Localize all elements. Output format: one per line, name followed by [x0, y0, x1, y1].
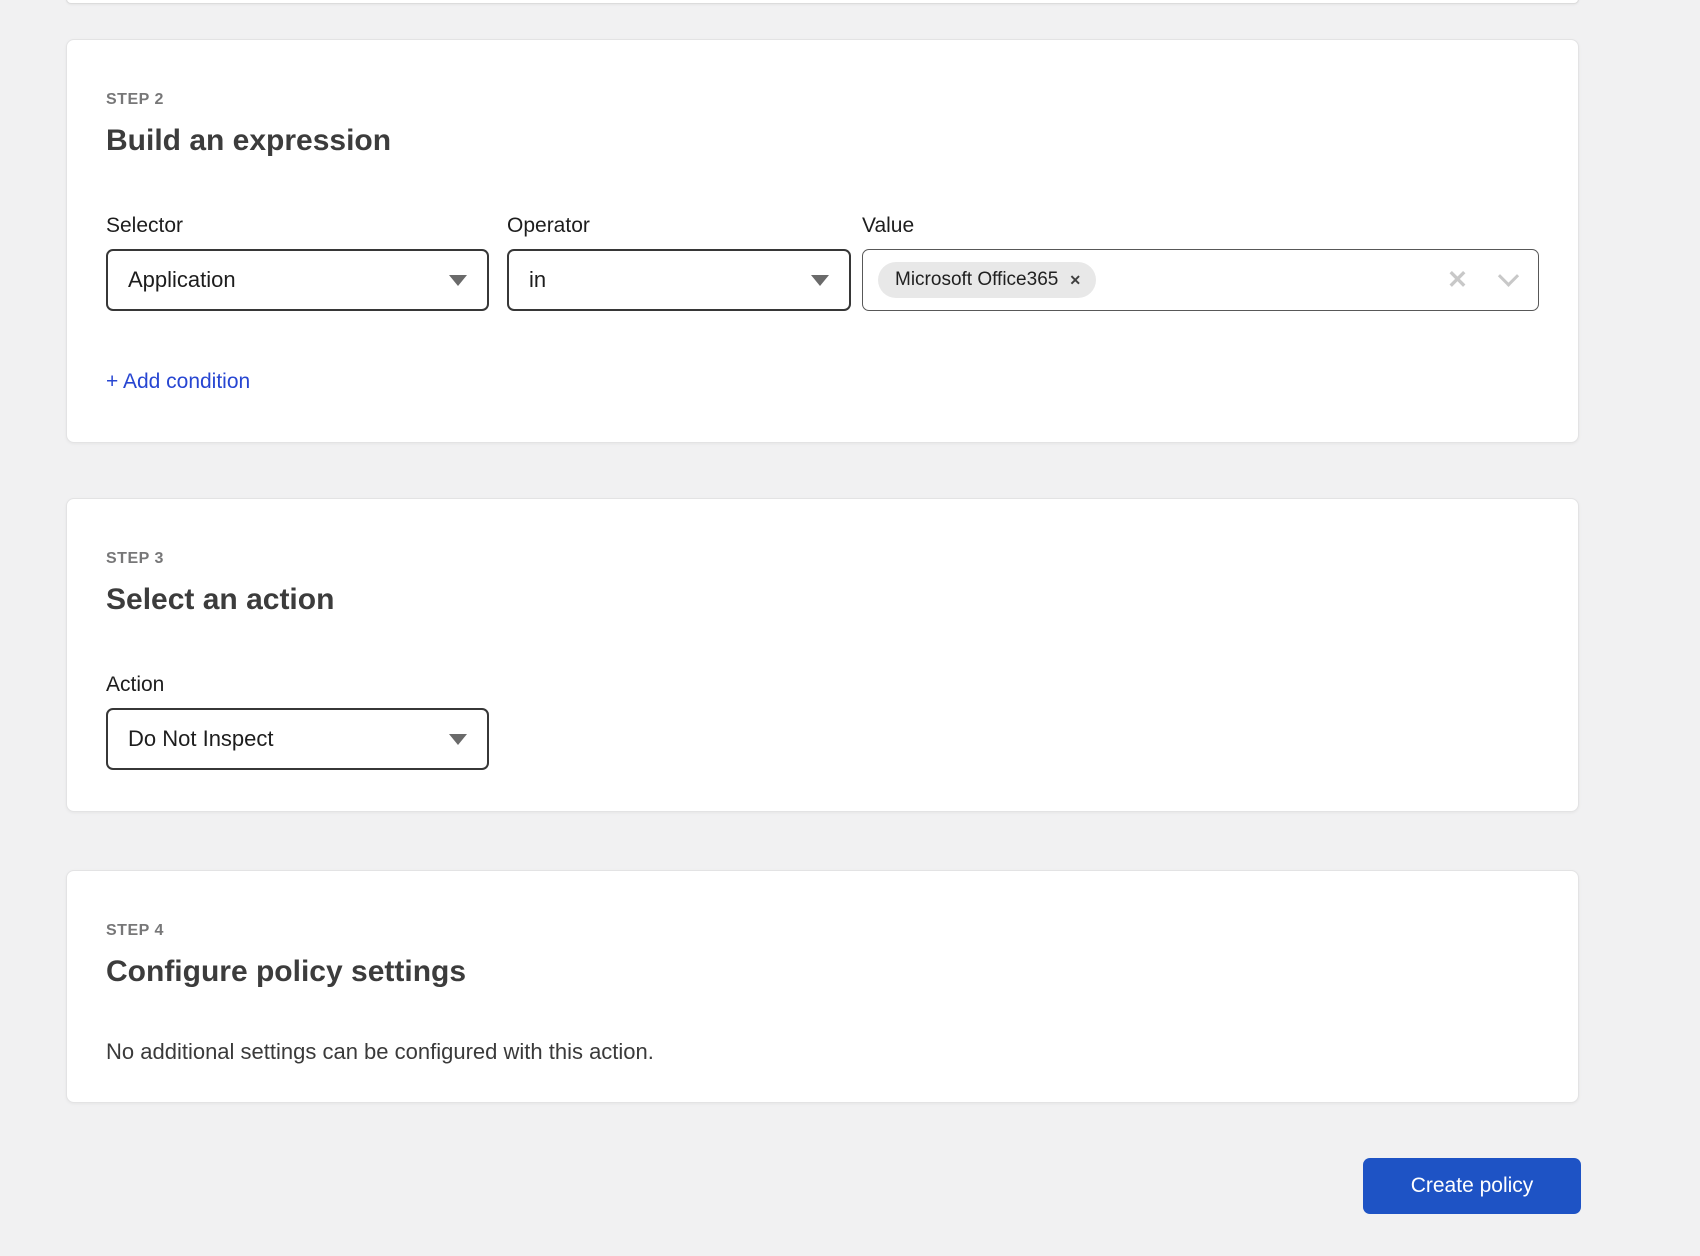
- operator-column: Operator in: [507, 213, 851, 311]
- selector-dropdown[interactable]: Application: [106, 249, 489, 311]
- step2-eyebrow: STEP 2: [106, 90, 1539, 109]
- step2-title: Build an expression: [106, 123, 1539, 159]
- value-label: Value: [862, 213, 1539, 239]
- value-multiselect[interactable]: Microsoft Office365 ✕ ✕: [862, 249, 1539, 311]
- operator-dropdown[interactable]: in: [507, 249, 851, 311]
- expression-fields-row: Selector Application Operator in Value M…: [106, 213, 1539, 311]
- remove-tag-icon[interactable]: ✕: [1069, 273, 1081, 287]
- step4-eyebrow: STEP 4: [106, 921, 1539, 940]
- chevron-down-icon: [449, 275, 467, 286]
- chevron-down-icon: [449, 734, 467, 745]
- step2-card: STEP 2 Build an expression Selector Appl…: [66, 39, 1579, 443]
- value-tag: Microsoft Office365 ✕: [878, 262, 1096, 298]
- operator-label: Operator: [507, 213, 851, 239]
- create-policy-button[interactable]: Create policy: [1363, 1158, 1581, 1214]
- action-dropdown-value: Do Not Inspect: [128, 726, 274, 752]
- action-label: Action: [106, 672, 1539, 698]
- action-dropdown[interactable]: Do Not Inspect: [106, 708, 489, 770]
- step3-eyebrow: STEP 3: [106, 549, 1539, 568]
- value-tag-label: Microsoft Office365: [895, 269, 1058, 291]
- step4-card: STEP 4 Configure policy settings No addi…: [66, 870, 1579, 1103]
- selector-column: Selector Application: [106, 213, 489, 311]
- previous-card-bottom-edge: [66, 0, 1579, 4]
- step3-card: STEP 3 Select an action Action Do Not In…: [66, 498, 1579, 812]
- chevron-down-icon: [811, 275, 829, 286]
- add-condition-link[interactable]: + Add condition: [106, 369, 250, 395]
- clear-field-icon[interactable]: ✕: [1447, 268, 1468, 293]
- chevron-down-icon[interactable]: [1498, 265, 1519, 286]
- selector-label: Selector: [106, 213, 489, 239]
- selector-dropdown-value: Application: [128, 267, 236, 293]
- step3-title: Select an action: [106, 582, 1539, 618]
- no-settings-note: No additional settings can be configured…: [106, 1038, 1539, 1066]
- step4-title: Configure policy settings: [106, 954, 1539, 990]
- operator-dropdown-value: in: [529, 267, 546, 293]
- value-column: Value Microsoft Office365 ✕ ✕: [862, 213, 1539, 311]
